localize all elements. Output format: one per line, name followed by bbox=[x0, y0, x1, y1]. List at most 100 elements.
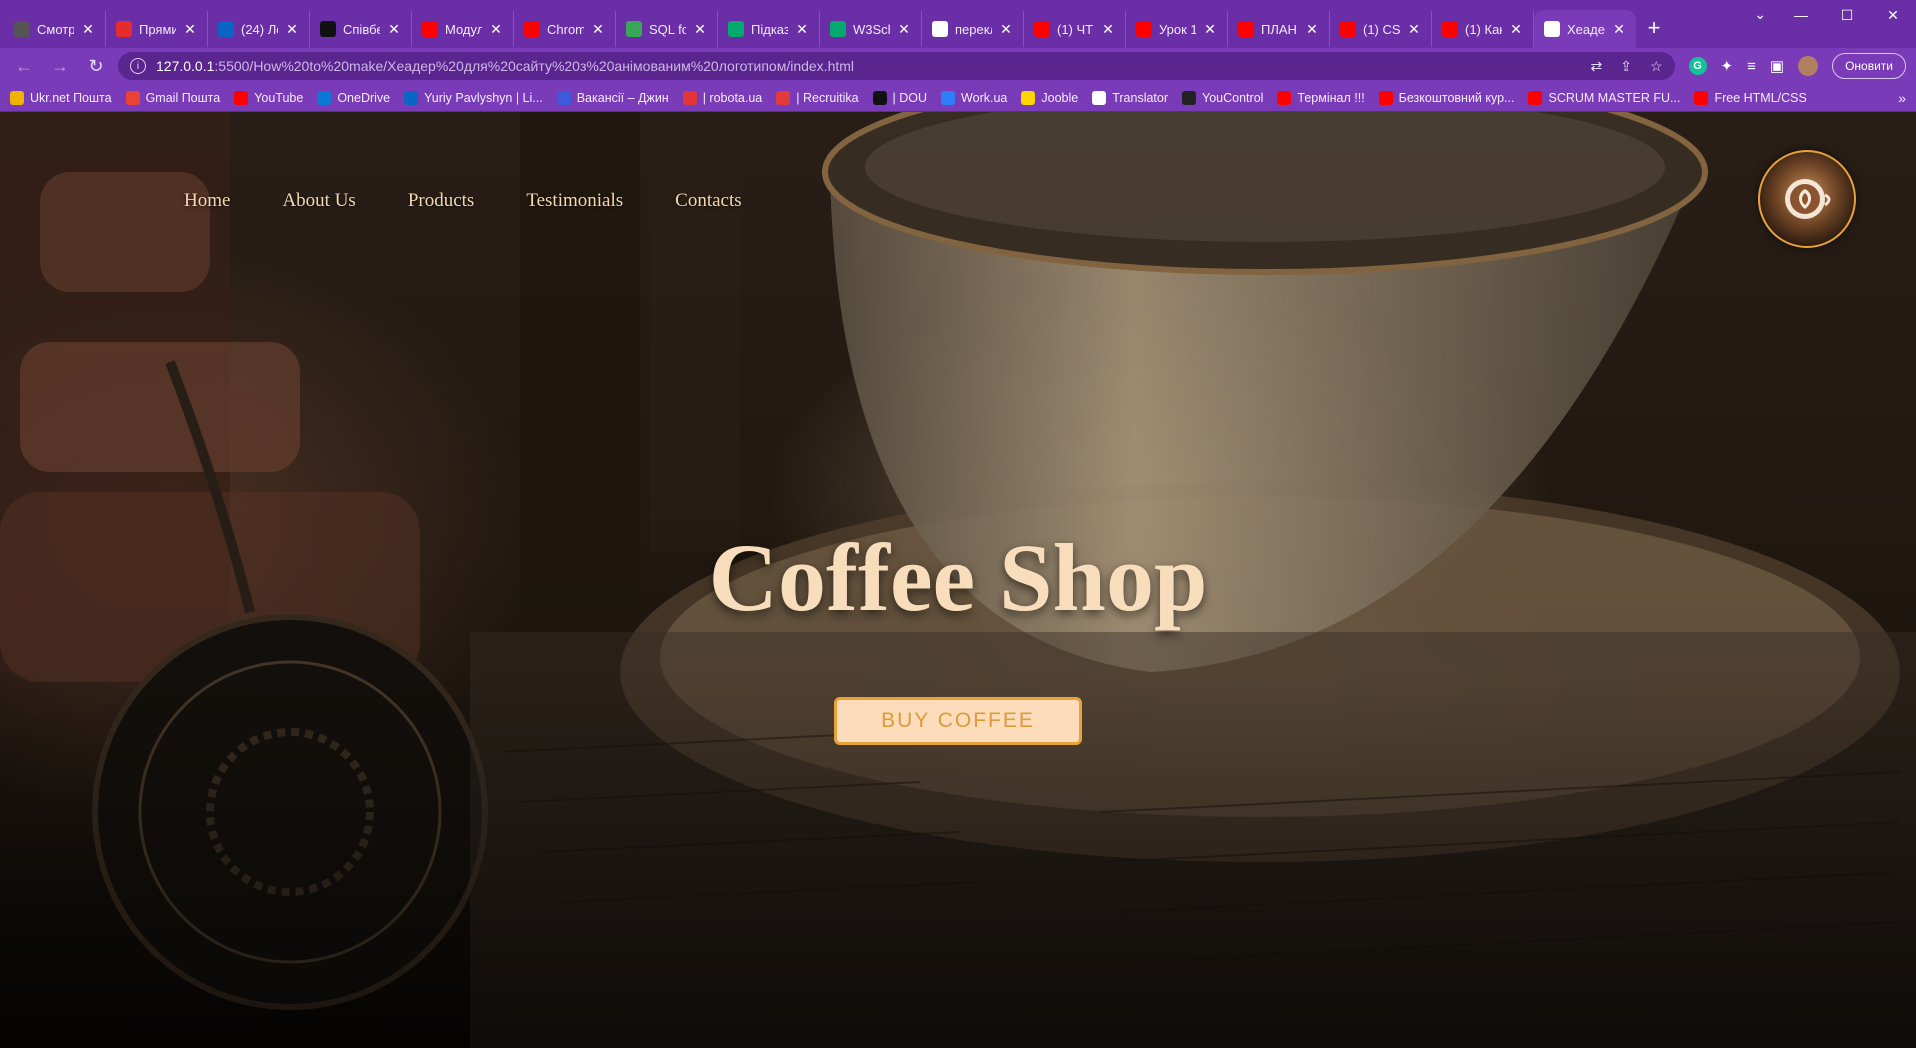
browser-tab[interactable]: Співбесіда ✕ bbox=[310, 11, 412, 47]
bookmark-label: Безкоштовний кур... bbox=[1398, 90, 1515, 105]
close-tab-icon[interactable]: ✕ bbox=[1509, 21, 1523, 38]
close-tab-icon[interactable]: ✕ bbox=[897, 21, 911, 38]
close-tab-icon[interactable]: ✕ bbox=[693, 21, 707, 38]
bookmark-item[interactable]: YouControl bbox=[1182, 90, 1263, 105]
tab-title: ПЛАН bbox=[1261, 21, 1297, 37]
bookmark-item[interactable]: Ukr.net Пошта bbox=[10, 90, 112, 105]
browser-tab[interactable]: ПЛАН ✕ bbox=[1228, 11, 1330, 47]
browser-tab[interactable]: (24) Лента ✕ bbox=[208, 11, 310, 47]
bookmark-item[interactable]: | robota.ua bbox=[682, 90, 763, 105]
browser-tab[interactable]: Chrome ✕ bbox=[514, 11, 616, 47]
bookmark-item[interactable]: | Recruitika bbox=[776, 90, 859, 105]
close-tab-icon[interactable]: ✕ bbox=[183, 21, 197, 38]
nav-link-about-us[interactable]: About Us bbox=[282, 190, 355, 212]
close-tab-icon[interactable]: ✕ bbox=[795, 21, 809, 38]
minimize-button[interactable]: — bbox=[1778, 0, 1824, 30]
nav-link-testimonials[interactable]: Testimonials bbox=[526, 190, 623, 212]
tab-title: Хеадер bbox=[1567, 21, 1605, 37]
site-logo[interactable] bbox=[1758, 150, 1856, 248]
nav-link-home[interactable]: Home bbox=[184, 190, 230, 212]
browser-tab[interactable]: Модулі ✕ bbox=[412, 11, 514, 47]
browser-tab[interactable]: Прямий ✕ bbox=[106, 11, 208, 47]
bookmark-item[interactable]: YouTube bbox=[234, 90, 303, 105]
extensions-icon[interactable]: ✦ bbox=[1721, 57, 1734, 75]
tab-title: (1) CSS bbox=[1363, 21, 1400, 37]
nav-link-contacts[interactable]: Contacts bbox=[675, 190, 742, 212]
forward-icon[interactable]: → bbox=[46, 52, 74, 80]
hd-icon bbox=[14, 21, 30, 37]
bookmark-item[interactable]: OneDrive bbox=[317, 90, 390, 105]
close-tab-icon[interactable]: ✕ bbox=[285, 21, 299, 38]
tab-list: Смотреть✕Прямий✕(24) Лента✕Співбесіда✕Мо… bbox=[0, 0, 1672, 48]
close-tab-icon[interactable]: ✕ bbox=[1305, 21, 1319, 38]
bookmarks-overflow-button[interactable]: » bbox=[1898, 90, 1906, 106]
site-info-icon[interactable]: i bbox=[130, 58, 146, 74]
url-host: 127.0.0.1 bbox=[156, 58, 215, 74]
translate-icon[interactable]: ⇄ bbox=[1591, 58, 1603, 75]
bookmark-item[interactable]: Безкоштовний кур... bbox=[1378, 90, 1515, 105]
bookmark-item[interactable]: Вакансії – Джин bbox=[556, 90, 669, 105]
nav-link-products[interactable]: Products bbox=[408, 190, 475, 212]
profile-avatar[interactable] bbox=[1798, 56, 1819, 76]
bookmark-item[interactable]: SCRUM MASTER FU... bbox=[1528, 90, 1680, 105]
bookmark-label: Термінал !!! bbox=[1297, 90, 1365, 105]
globe-icon bbox=[1544, 21, 1560, 37]
close-tab-icon[interactable]: ✕ bbox=[591, 21, 605, 38]
side-panel-icon[interactable]: ▣ bbox=[1770, 57, 1784, 75]
m-icon bbox=[626, 21, 642, 37]
tab-title: Chrome bbox=[547, 21, 584, 37]
gmail-icon bbox=[125, 90, 140, 105]
bookmark-item[interactable]: Gmail Пошта bbox=[125, 90, 220, 105]
address-bar[interactable]: i 127.0.0.1:5500/How%20to%20make/Хеадер%… bbox=[118, 52, 1675, 80]
youtube-icon bbox=[1442, 21, 1458, 37]
browser-tab[interactable]: (1) CSS ✕ bbox=[1330, 11, 1432, 47]
bookmark-item[interactable]: Jooble bbox=[1021, 90, 1078, 105]
bookmark-label: | DOU bbox=[892, 90, 928, 105]
youtube-icon bbox=[1277, 90, 1292, 105]
close-tab-icon[interactable]: ✕ bbox=[387, 21, 401, 38]
share-icon[interactable]: ⇪ bbox=[1620, 58, 1632, 75]
close-tab-icon[interactable]: ✕ bbox=[999, 21, 1013, 38]
browser-tab[interactable]: переклад ✕ bbox=[922, 11, 1024, 47]
new-tab-button[interactable]: + bbox=[1636, 15, 1672, 41]
tab-search-icon[interactable]: ⌄ bbox=[1754, 6, 1766, 23]
tab-title: Співбесіда bbox=[343, 21, 380, 37]
close-tab-icon[interactable]: ✕ bbox=[81, 21, 95, 38]
browser-tab[interactable]: Хеадер ✕ bbox=[1534, 10, 1636, 48]
back-icon[interactable]: ← bbox=[10, 52, 38, 80]
browser-tab[interactable]: Смотреть ✕ bbox=[4, 11, 106, 47]
browser-tab[interactable]: Урок 1 ✕ bbox=[1126, 11, 1228, 47]
browser-tab[interactable]: (1) Как ✕ bbox=[1432, 11, 1534, 47]
browser-tab[interactable]: (1) ЧТЕНИЕ ✕ bbox=[1024, 11, 1126, 47]
bookmark-item[interactable]: Work.ua bbox=[941, 90, 1007, 105]
bookmark-item[interactable]: Термінал !!! bbox=[1277, 90, 1365, 105]
bookmark-item[interactable]: Translator bbox=[1092, 90, 1168, 105]
browser-tab[interactable]: SQL for ✕ bbox=[616, 11, 718, 47]
tab-title: Прямий bbox=[139, 21, 176, 37]
youtube-icon bbox=[234, 90, 249, 105]
bookmark-item[interactable]: Free HTML/CSS bbox=[1694, 90, 1807, 105]
bookmark-label: | robota.ua bbox=[702, 90, 763, 105]
buy-coffee-button[interactable]: BUY COFFEE bbox=[834, 697, 1082, 745]
youtube-icon bbox=[422, 21, 438, 37]
grammarly-icon[interactable]: G bbox=[1688, 57, 1707, 75]
close-tab-icon[interactable]: ✕ bbox=[489, 21, 503, 38]
browser-tab[interactable]: W3Schools ✕ bbox=[820, 11, 922, 47]
tab-title: SQL for bbox=[649, 21, 686, 37]
browser-tab[interactable]: Підказки ✕ bbox=[718, 11, 820, 47]
bookmark-item[interactable]: Yuriy Pavlyshyn | Li... bbox=[404, 90, 543, 105]
youtube-icon bbox=[1136, 21, 1152, 37]
maximize-button[interactable]: ☐ bbox=[1824, 0, 1870, 30]
close-tab-icon[interactable]: ✕ bbox=[1407, 21, 1421, 38]
youtube-icon bbox=[1238, 21, 1254, 37]
reload-icon[interactable]: ↻ bbox=[82, 52, 110, 80]
close-tab-icon[interactable]: ✕ bbox=[1203, 21, 1217, 38]
close-tab-icon[interactable]: ✕ bbox=[1612, 21, 1626, 38]
media-control-icon[interactable]: ≡ bbox=[1747, 58, 1756, 75]
update-button[interactable]: Оновити bbox=[1832, 53, 1906, 79]
close-window-button[interactable]: ✕ bbox=[1870, 0, 1916, 30]
bookmark-star-icon[interactable]: ☆ bbox=[1650, 58, 1663, 75]
bookmark-item[interactable]: | DOU bbox=[872, 90, 928, 105]
close-tab-icon[interactable]: ✕ bbox=[1101, 21, 1115, 38]
linkedin-icon bbox=[218, 21, 234, 37]
